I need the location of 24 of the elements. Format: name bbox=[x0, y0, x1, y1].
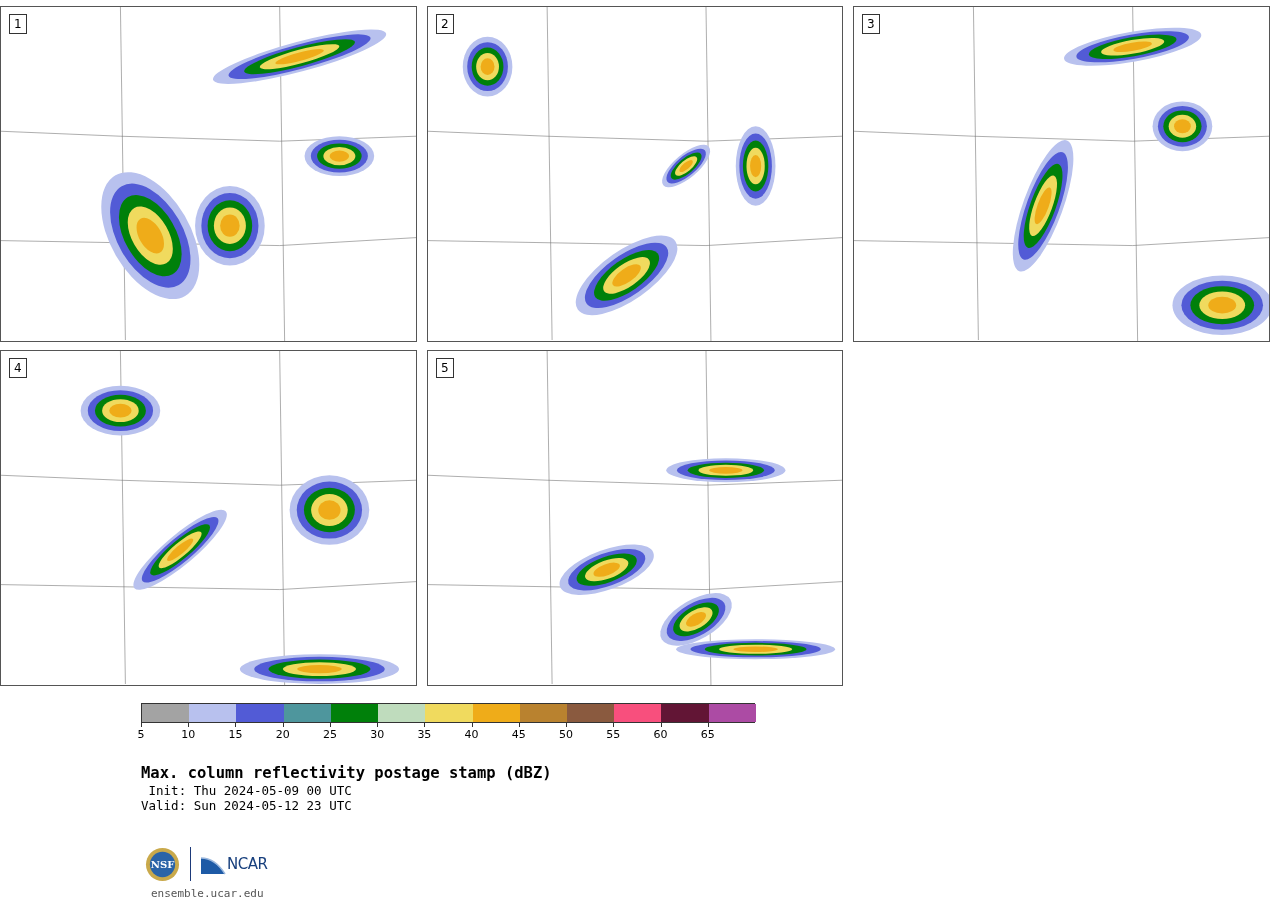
tick-label: 65 bbox=[700, 727, 715, 740]
tick-label: 30 bbox=[370, 727, 385, 740]
panel-number: 1 bbox=[9, 14, 27, 34]
tick-label: 45 bbox=[511, 727, 526, 740]
tick-label: 50 bbox=[559, 727, 574, 740]
tick-label: 5 bbox=[137, 727, 145, 740]
chart-title: Max. column reflectivity postage stamp (dBZ) bbox=[141, 764, 553, 783]
tick-label: 15 bbox=[228, 727, 243, 740]
panel-number: 5 bbox=[436, 358, 454, 378]
tick-label: 35 bbox=[417, 727, 432, 740]
website-url: ensemble.ucar.edu bbox=[151, 885, 265, 901]
tick-label: 10 bbox=[181, 727, 196, 740]
tick-label: 25 bbox=[322, 727, 337, 740]
tick-label: 40 bbox=[464, 727, 479, 740]
tick-label: 55 bbox=[606, 727, 621, 740]
ncar-logo: NCAR bbox=[201, 853, 268, 876]
panel-number: 4 bbox=[9, 358, 27, 378]
init-time: Init: Thu 2024-05-09 00 UTC bbox=[147, 782, 353, 799]
tick-label: 60 bbox=[653, 727, 668, 740]
panel-number: 3 bbox=[862, 14, 880, 34]
panel-number: 2 bbox=[436, 14, 454, 34]
valid-time: Valid: Sun 2024-05-12 23 UTC bbox=[141, 798, 353, 814]
tick-label: 20 bbox=[275, 727, 290, 740]
nsf-logo: NSF bbox=[145, 846, 180, 882]
